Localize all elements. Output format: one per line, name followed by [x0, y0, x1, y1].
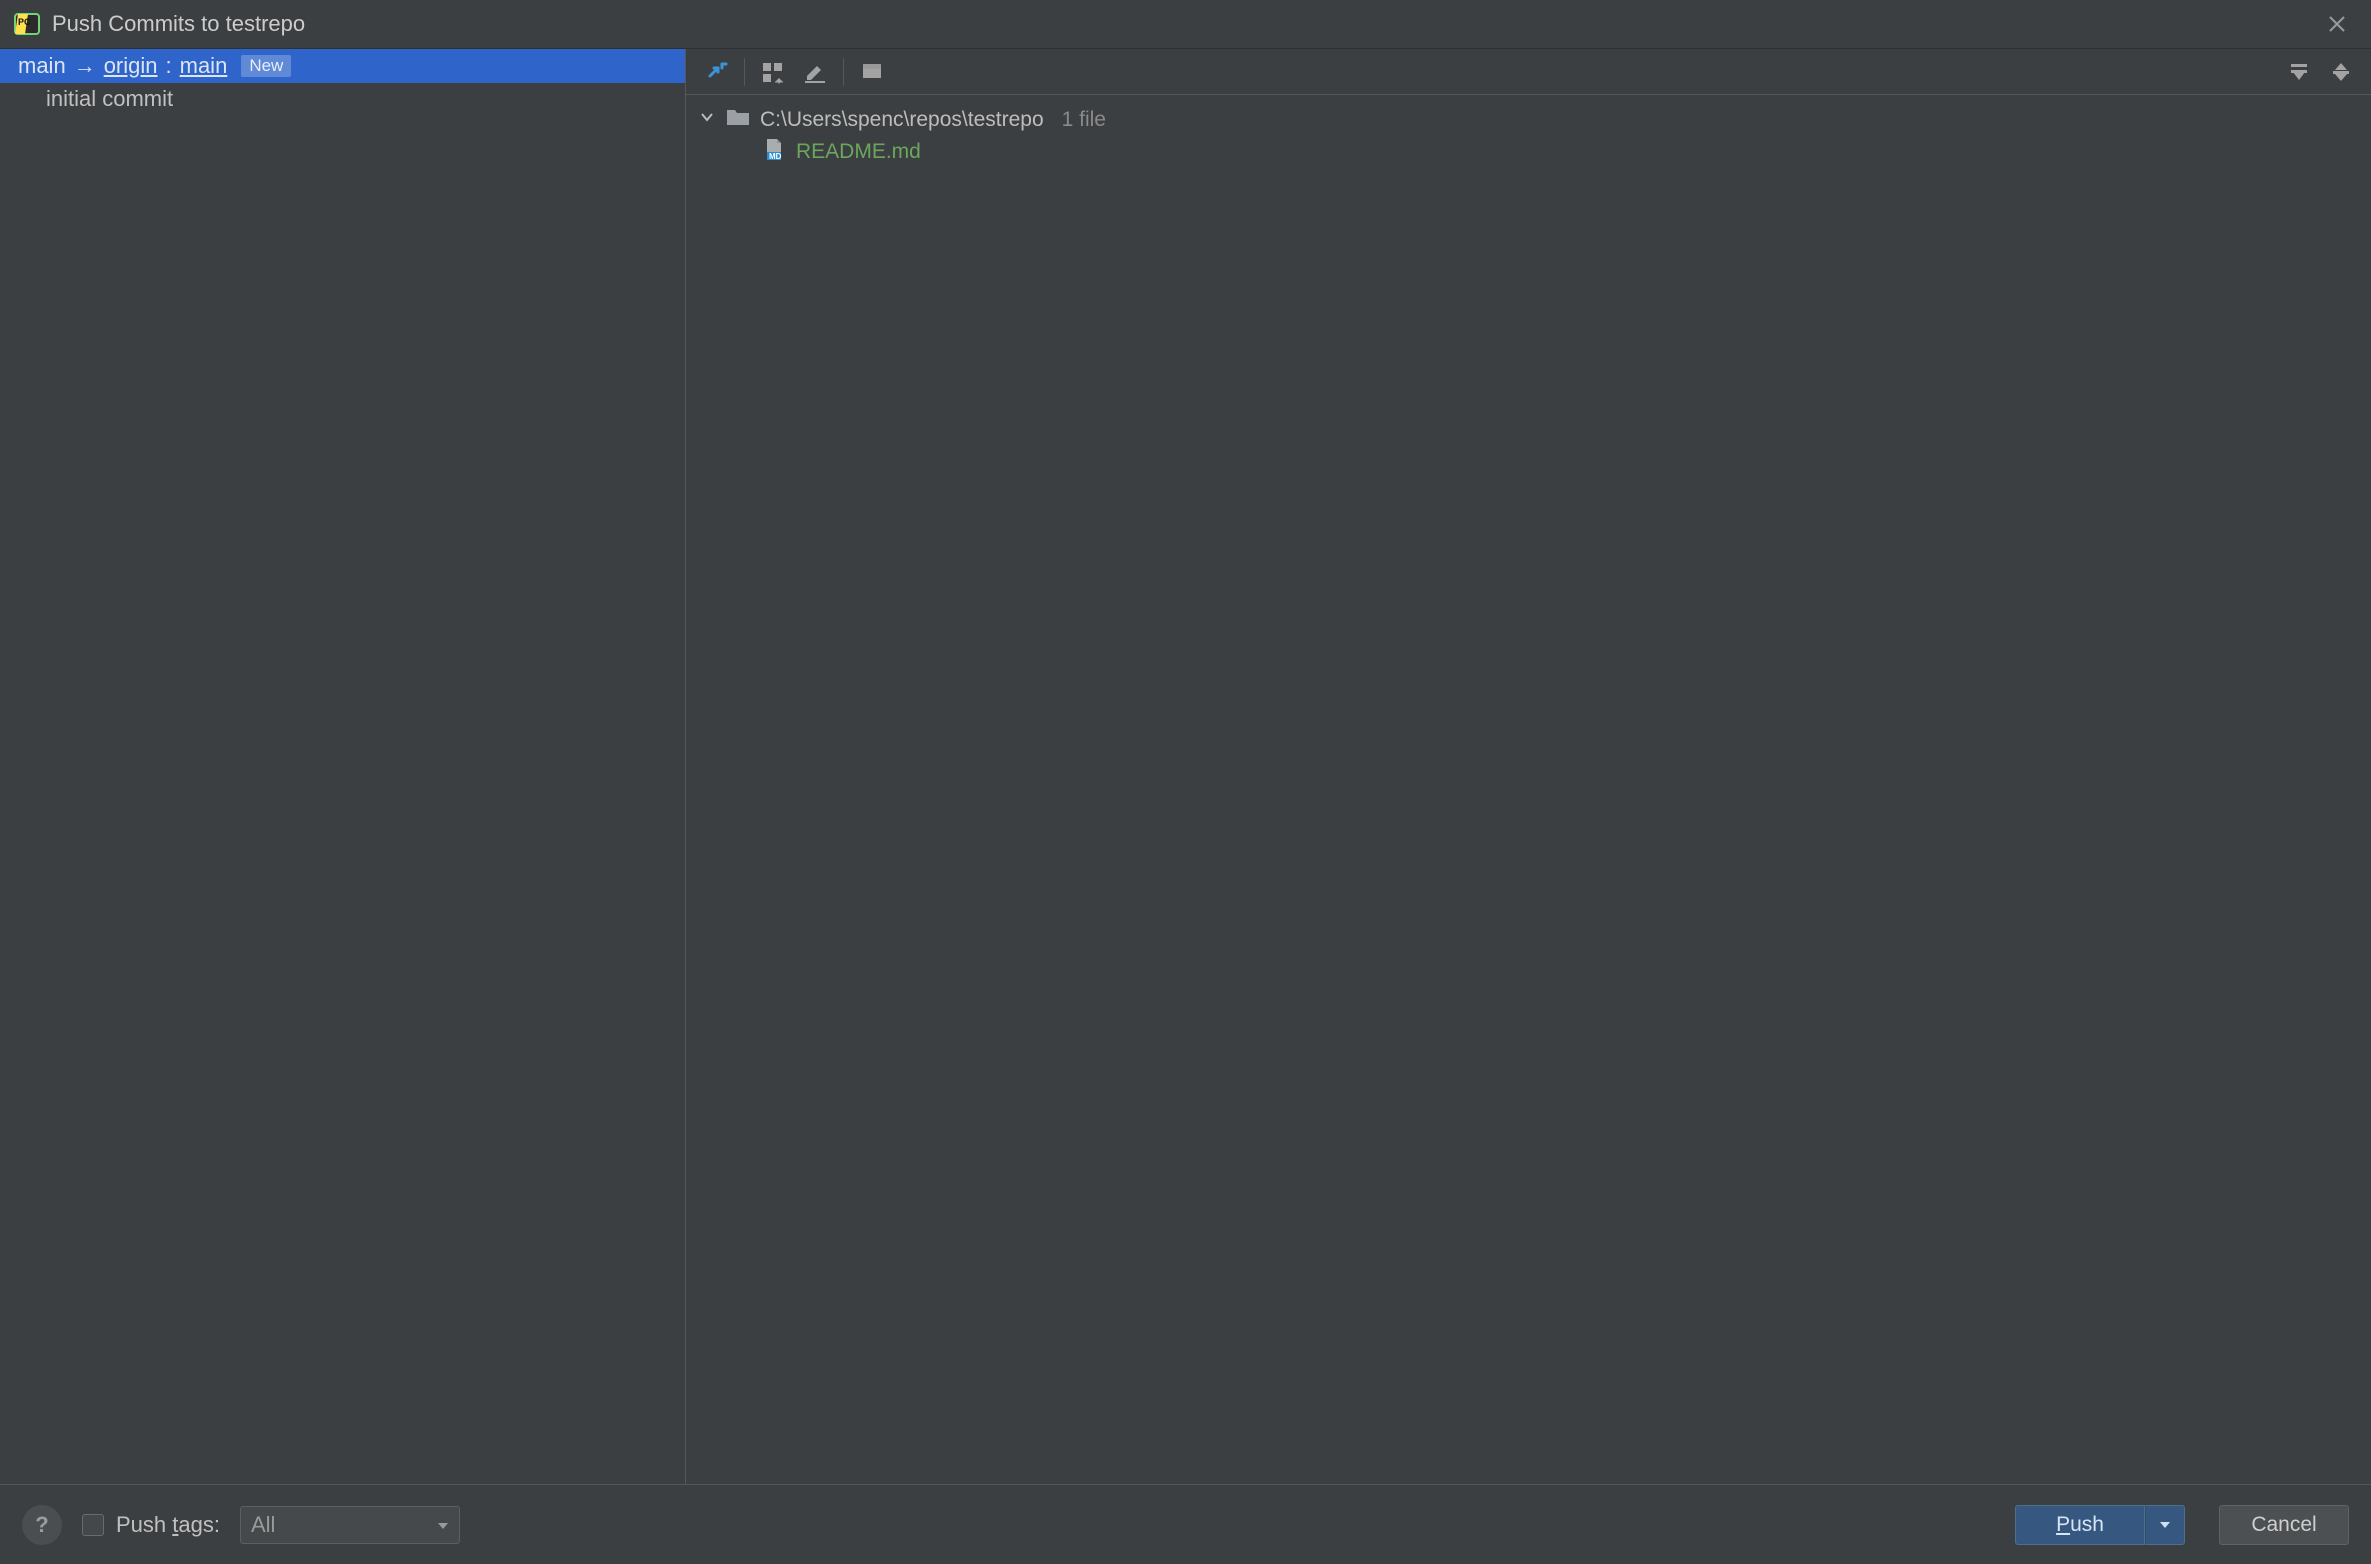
- changes-pane: C:\Users\spenc\repos\testrepo 1 file MD …: [686, 49, 2371, 1484]
- dialog-footer: ? Push tags: All Push Cancel: [0, 1484, 2371, 1564]
- commit-row[interactable]: initial commit: [0, 83, 685, 115]
- cancel-button-label: Cancel: [2251, 1513, 2316, 1537]
- local-branch: main: [18, 53, 66, 79]
- branch-mapping-row[interactable]: main → origin : main New: [0, 49, 685, 83]
- commits-pane: main → origin : main New initial commit: [0, 49, 686, 1484]
- changes-tree: C:\Users\spenc\repos\testrepo 1 file MD …: [686, 95, 2371, 179]
- preview-diff-button[interactable]: [852, 54, 892, 90]
- chevron-down-icon: [437, 1512, 449, 1538]
- push-tags-checkbox[interactable]: [82, 1514, 104, 1536]
- svg-text:PC: PC: [18, 17, 31, 27]
- chevron-down-icon: [698, 108, 716, 132]
- push-tags-label: Push tags:: [116, 1512, 220, 1538]
- colon: :: [166, 53, 172, 79]
- tree-root-row[interactable]: C:\Users\spenc\repos\testrepo 1 file: [698, 105, 2359, 135]
- toolbar-separator: [744, 58, 745, 86]
- window-title: Push Commits to testrepo: [52, 11, 2317, 37]
- new-badge: New: [241, 55, 291, 77]
- push-button-mnemonic: P: [2056, 1513, 2070, 1536]
- toolbar-separator: [843, 58, 844, 86]
- push-button-suffix: ush: [2070, 1513, 2104, 1536]
- remote-name[interactable]: origin: [104, 53, 158, 79]
- root-path: C:\Users\spenc\repos\testrepo: [760, 108, 1044, 132]
- folder-icon: [726, 107, 750, 133]
- push-button[interactable]: Push: [2015, 1505, 2145, 1545]
- app-icon: PC: [14, 11, 40, 37]
- push-dropdown-button[interactable]: [2145, 1505, 2185, 1545]
- file-name: README.md: [796, 140, 921, 164]
- arrow-icon: →: [74, 53, 96, 79]
- show-diff-button[interactable]: [696, 54, 736, 90]
- push-tags-checkbox-wrap[interactable]: Push tags:: [82, 1512, 220, 1538]
- help-button[interactable]: ?: [22, 1505, 62, 1545]
- push-tags-label-prefix: Push: [116, 1512, 172, 1537]
- push-tags-select-value: All: [251, 1512, 275, 1538]
- svg-text:MD: MD: [769, 152, 782, 161]
- commit-message: initial commit: [46, 86, 173, 111]
- tree-file-row[interactable]: MD README.md: [698, 135, 2359, 169]
- changes-toolbar: [686, 49, 2371, 95]
- expand-all-button[interactable]: [2279, 54, 2319, 90]
- edit-button[interactable]: [795, 54, 835, 90]
- close-button[interactable]: [2317, 4, 2357, 44]
- collapse-all-button[interactable]: [2321, 54, 2361, 90]
- push-tags-label-suffix: ags:: [178, 1512, 220, 1537]
- push-button-group: Push: [2015, 1505, 2185, 1545]
- help-icon: ?: [35, 1512, 48, 1538]
- main-area: main → origin : main New initial commit: [0, 48, 2371, 1484]
- titlebar: PC Push Commits to testrepo: [0, 0, 2371, 48]
- remote-branch[interactable]: main: [180, 53, 228, 79]
- push-tags-select[interactable]: All: [240, 1506, 460, 1544]
- group-by-button[interactable]: [753, 54, 793, 90]
- cancel-button[interactable]: Cancel: [2219, 1505, 2349, 1545]
- markdown-file-icon: MD: [762, 137, 786, 167]
- file-count: 1 file: [1062, 108, 1106, 132]
